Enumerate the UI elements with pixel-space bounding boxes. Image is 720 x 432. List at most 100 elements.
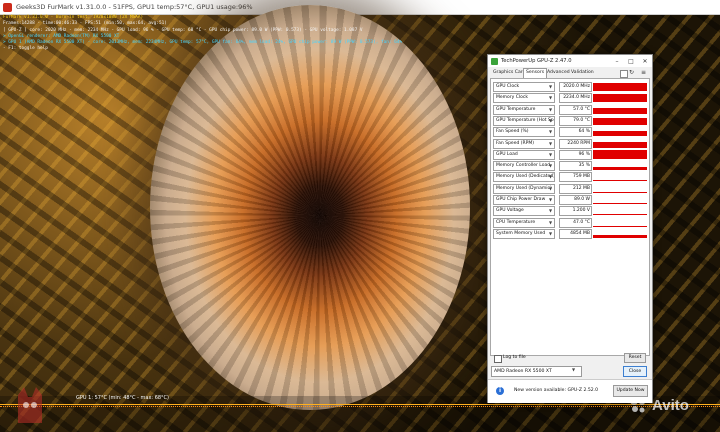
osd-line-gpu1: > GPU 1 (AMD Radeon RX 5500 XT) - core: …: [3, 40, 403, 46]
furmark-app-icon: [3, 2, 12, 12]
sensor-row: Memory Clock ▼ 2234.0 MHz: [493, 93, 649, 104]
maximize-button[interactable]: □: [624, 58, 638, 65]
close-window-button[interactable]: ✕: [638, 58, 652, 65]
sensor-name-field[interactable]: GPU Load: [493, 149, 555, 160]
sensor-graph-fill: [593, 149, 647, 159]
sensor-value: 2020.0 MHz: [559, 82, 592, 92]
sensor-row: GPU Voltage ▼ 1.200 V: [493, 206, 649, 217]
sensor-value: 47.0 °C: [559, 217, 592, 228]
sensor-graph: [593, 93, 647, 103]
chevron-down-icon[interactable]: ▼: [549, 118, 552, 123]
osd-line-gpuz: [ GPU-Z ] core: 2020 MHz - mem: 2234 MHz…: [3, 27, 363, 33]
sensor-value: 1.200 V: [559, 206, 592, 217]
sensor-graph: [593, 149, 647, 159]
update-notification: i New version available: GPU-Z 2.52.0 Up…: [488, 379, 652, 403]
sensor-graph: [593, 228, 647, 238]
chevron-down-icon[interactable]: ▼: [549, 174, 552, 179]
sensor-graph: [593, 104, 647, 114]
sensor-graph: [593, 82, 647, 91]
chevron-down-icon[interactable]: ▼: [549, 208, 552, 213]
close-button[interactable]: Close: [623, 366, 647, 377]
chevron-down-icon[interactable]: ▼: [549, 107, 552, 112]
sensor-name-field[interactable]: Memory Used (Dedicated): [493, 172, 555, 183]
sensor-name-field[interactable]: GPU Temperature: [493, 104, 555, 115]
sensor-graph: [593, 138, 647, 148]
window-titlebar[interactable]: Geeks3D FurMark v1.31.0.0 - 51FPS, GPU1 …: [0, 0, 720, 15]
sensor-name-field[interactable]: CPU Temperature: [493, 217, 555, 228]
gpuz-app-icon: [491, 57, 498, 65]
sensor-graph-fill: [593, 180, 647, 182]
sensor-name-field[interactable]: System Memory Used: [493, 228, 555, 239]
log-to-file-label: Log to file: [503, 355, 526, 360]
temperature-graph-baseline: [0, 406, 720, 408]
sensor-graph-fill: [593, 117, 647, 125]
chevron-down-icon[interactable]: ▼: [549, 220, 552, 225]
chevron-down-icon[interactable]: ▼: [549, 129, 552, 134]
minimize-button[interactable]: –: [610, 58, 624, 65]
gpuz-titlebar[interactable]: TechPowerUp GPU-Z 2.47.0 – □ ✕: [488, 55, 652, 67]
chevron-down-icon[interactable]: ▼: [549, 152, 552, 157]
sensor-row: GPU Chip Power Draw ▼ 89.0 W: [493, 195, 649, 205]
chevron-down-icon[interactable]: ▼: [549, 84, 552, 89]
info-icon: i: [496, 387, 504, 395]
sensor-value: 57.0 °C: [559, 104, 592, 115]
tab-validation[interactable]: Validation: [569, 69, 596, 77]
sensor-name-field[interactable]: GPU Temperature (Hot Spot): [493, 115, 555, 126]
sensor-name-field[interactable]: Memory Used (Dynamic): [493, 183, 555, 194]
sensor-graph: [593, 115, 647, 125]
gpu-select-dropdown[interactable]: AMD Radeon RX 5500 XT: [491, 366, 582, 377]
menu-icon[interactable]: ≡: [641, 69, 646, 76]
sensor-graph-fill: [593, 131, 647, 137]
chevron-down-icon[interactable]: ▼: [549, 163, 552, 168]
sensor-value: 212 MB: [559, 183, 592, 194]
sensor-graph: [593, 195, 647, 204]
sensor-name-field[interactable]: Memory Controller Load: [493, 161, 555, 172]
sensor-graph: [593, 161, 647, 171]
sensor-value: 64 %: [559, 127, 592, 138]
update-now-button[interactable]: Update Now: [613, 385, 648, 397]
sensor-graph-fill: [593, 107, 647, 114]
chevron-down-icon[interactable]: ▼: [549, 231, 552, 236]
sensor-name-field[interactable]: Fan Speed (%): [493, 127, 555, 138]
chevron-down-icon[interactable]: ▼: [572, 367, 575, 372]
sensor-row: GPU Load ▼ 96 %: [493, 149, 649, 160]
sensor-row: Fan Speed (RPM) ▼ 2240 RPM: [493, 138, 649, 149]
screenshot-icon[interactable]: [620, 70, 628, 78]
sensor-value: 79.0 °C: [559, 115, 592, 126]
sensor-row: Memory Controller Load ▼ 35 %: [493, 161, 649, 172]
tab-advanced[interactable]: Advanced: [545, 69, 572, 77]
sensor-row: Memory Used (Dedicated) ▼ 759 MB: [493, 172, 649, 183]
reset-button[interactable]: Reset: [624, 353, 646, 363]
sensor-name-field[interactable]: Memory Clock: [493, 93, 555, 104]
sensor-graph-fill: [593, 234, 647, 238]
sensor-name-field[interactable]: Fan Speed (RPM): [493, 138, 555, 149]
gpuz-title: TechPowerUp GPU-Z 2.47.0: [501, 58, 572, 64]
chevron-down-icon[interactable]: ▼: [549, 197, 552, 202]
sensor-value: 96 %: [559, 149, 592, 160]
fur-texture-overlay: [150, 5, 470, 410]
chevron-down-icon[interactable]: ▼: [549, 141, 552, 146]
refresh-icon[interactable]: ↻: [629, 69, 634, 76]
osd-line-help: - F1: toggle help: [3, 46, 48, 52]
sensor-graph-fill: [593, 167, 647, 171]
sensor-row: Fan Speed (%) ▼ 64 %: [493, 127, 649, 138]
sensor-value: 89.0 W: [559, 195, 592, 205]
sensor-value: 35 %: [559, 161, 592, 172]
furmark-logo-icon: [18, 387, 42, 423]
log-to-file-checkbox[interactable]: [494, 355, 502, 363]
tab-sensors[interactable]: Sensors: [523, 68, 548, 78]
sensor-row: Memory Used (Dynamic) ▼ 212 MB: [493, 183, 649, 194]
chevron-down-icon[interactable]: ▼: [549, 95, 552, 100]
sensor-graph: [593, 127, 647, 137]
sensor-name-field[interactable]: GPU Clock: [493, 82, 555, 92]
chevron-down-icon[interactable]: ▼: [549, 186, 552, 191]
sensor-graph-fill: [593, 225, 647, 227]
sensor-graph-fill: [593, 214, 647, 216]
sensor-name-field[interactable]: GPU Chip Power Draw: [493, 195, 555, 205]
sensor-graph: [593, 217, 647, 227]
sensor-name-field[interactable]: GPU Voltage: [493, 206, 555, 217]
sensor-list: GPU Clock ▼ 2020.0 MHz Memory Clock ▼ 2234.0 …: [490, 78, 650, 356]
sensor-row: CPU Temperature ▼ 47.0 °C: [493, 217, 649, 228]
sensor-row: GPU Temperature ▼ 57.0 °C: [493, 104, 649, 115]
temperature-graph-line: [0, 404, 720, 405]
